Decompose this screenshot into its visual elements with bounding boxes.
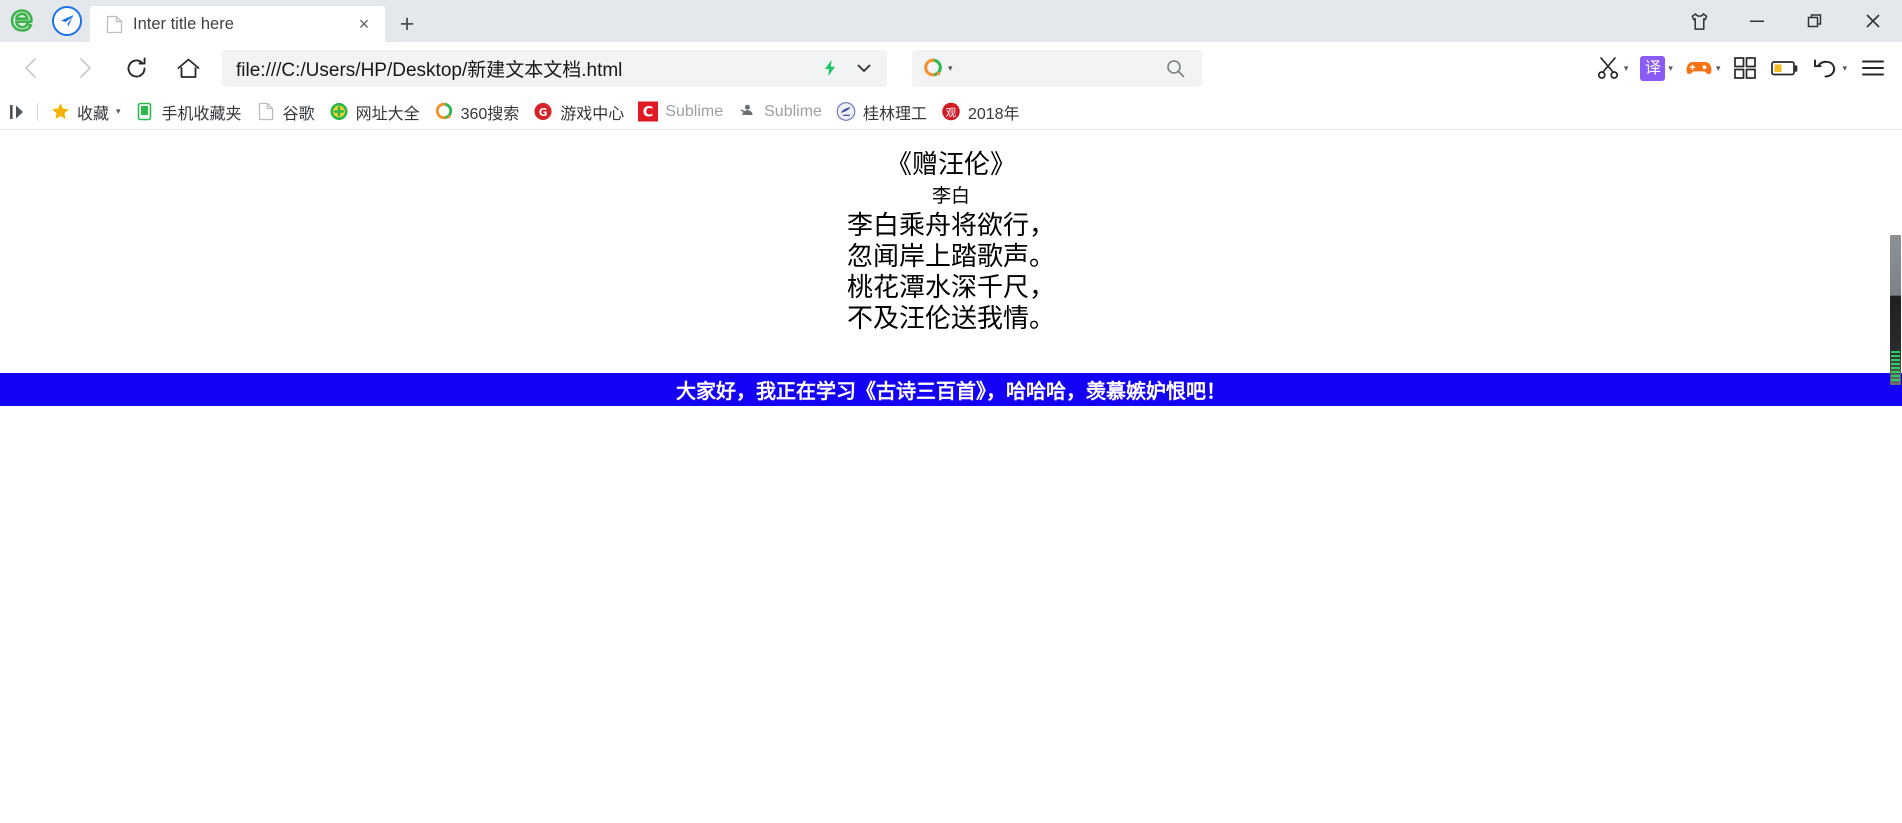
bookmark-google[interactable]: 谷歌	[249, 97, 322, 127]
bookmark-label: 网址大全	[355, 105, 420, 123]
poem-block: 《赠汪伦》 李白 李白乘舟将欲行， 忽闻岸上踏歌声。 桃花潭水深千尺， 不及汪伦…	[0, 130, 1902, 335]
undo-arrow-icon	[1814, 59, 1836, 77]
bookmark-glut[interactable]: 桂林理工	[829, 97, 934, 127]
svg-text:G: G	[539, 107, 548, 119]
magnifier-icon[interactable]	[1160, 51, 1192, 85]
svg-text:观: 观	[946, 107, 957, 119]
reload-icon[interactable]	[110, 46, 162, 90]
undo-button[interactable]: ▾	[1807, 48, 1852, 88]
phone-icon	[135, 102, 155, 122]
close-icon[interactable]	[1844, 0, 1902, 42]
tab-title: Inter title here	[133, 14, 234, 33]
bookmark-favorites[interactable]: 收藏 ▾	[43, 97, 128, 127]
poem-title: 《赠汪伦》	[885, 150, 1016, 180]
navigation-bar: file:///C:/Users/HP/Desktop/新建文本文档.html …	[0, 42, 1902, 94]
lightning-bolt-icon[interactable]	[813, 51, 847, 85]
search-input[interactable]	[952, 59, 1160, 77]
bookmark-label: 桂林理工	[862, 105, 927, 123]
svg-text:C: C	[643, 105, 653, 121]
paper-plane-icon[interactable]	[52, 6, 82, 36]
bookmark-phone-favorites[interactable]: 手机收藏夹	[128, 97, 249, 127]
new-tab-button[interactable]: +	[385, 6, 429, 42]
bookmark-hao360[interactable]: 网址大全	[322, 97, 427, 127]
translate-icon: 译	[1640, 55, 1666, 81]
sidebar-toggle-icon[interactable]	[6, 102, 32, 122]
gamepad-caret-icon[interactable]: ▾	[1716, 63, 1721, 73]
bookmarks-bar: 收藏 ▾ 手机收藏夹 谷歌 网址大全 360搜索 G 游戏中心 C Sublim…	[0, 94, 1902, 130]
address-bar[interactable]: file:///C:/Users/HP/Desktop/新建文本文档.html	[222, 49, 887, 87]
scrollbar-thumb[interactable]	[1890, 235, 1901, 385]
star-icon	[50, 102, 70, 122]
title-bar: Inter title here × +	[0, 0, 1902, 42]
chevron-down-icon[interactable]	[847, 51, 881, 85]
bookmark-sublime-1[interactable]: C Sublime	[631, 97, 730, 127]
restore-icon[interactable]	[1786, 0, 1844, 42]
page-scrollbar[interactable]	[1889, 130, 1902, 823]
battery-icon	[1771, 61, 1798, 76]
hao360-icon	[329, 102, 349, 122]
gamepad-icon	[1686, 62, 1712, 74]
poem-line-4: 不及汪伦送我情。	[846, 304, 1055, 334]
document-icon	[256, 102, 276, 122]
red-seal-icon: 观	[941, 102, 961, 122]
browser-tab[interactable]: Inter title here ×	[90, 6, 385, 42]
marquee-banner: 大家好，我正在学习《古诗三百首》，哈哈哈，羡慕嫉妒恨吧！	[0, 373, 1902, 406]
scrollbar-grip	[1891, 351, 1900, 383]
document-icon	[106, 15, 123, 34]
bookmark-label: 2018年	[967, 105, 1020, 123]
grid-apps-icon	[1734, 57, 1757, 79]
bookmark-label: 游戏中心	[560, 105, 625, 123]
bookmark-label: 360搜索	[460, 105, 520, 123]
game-center-button[interactable]: ▾	[1680, 48, 1726, 88]
browser-toolbar: ▾ 译 ▾ ▾ ▾	[1202, 48, 1892, 88]
360-search-icon[interactable]: ▾	[922, 57, 953, 79]
translate-caret-icon[interactable]: ▾	[1668, 63, 1673, 73]
favorites-caret-icon[interactable]: ▾	[116, 107, 121, 116]
bookmark-2018[interactable]: 观 2018年	[934, 97, 1027, 127]
forward-arrow-icon[interactable]	[58, 46, 110, 90]
poem-line-1: 李白乘舟将欲行，	[846, 211, 1055, 241]
sublime-c-icon: C	[638, 101, 659, 122]
window-controls	[1670, 0, 1902, 42]
sublime-grey-icon	[737, 102, 757, 122]
search-bar[interactable]: ▾	[912, 49, 1202, 87]
bookmark-label: Sublime	[764, 102, 822, 120]
bookmark-360-search[interactable]: 360搜索	[427, 97, 527, 127]
page-viewport: 《赠汪伦》 李白 李白乘舟将欲行， 忽闻岸上踏歌声。 桃花潭水深千尺， 不及汪伦…	[0, 130, 1902, 823]
home-icon[interactable]	[162, 46, 214, 90]
bookmark-label: 谷歌	[282, 105, 315, 123]
undo-caret-icon[interactable]: ▾	[1842, 63, 1847, 73]
hamburger-menu-icon	[1862, 60, 1884, 76]
translate-button[interactable]: 译 ▾	[1635, 48, 1678, 88]
battery-saver-button[interactable]	[1765, 48, 1805, 88]
screenshot-scissors-button[interactable]: ▾	[1590, 48, 1634, 88]
main-menu-button[interactable]	[1854, 48, 1892, 88]
brand-icon-group	[0, 0, 90, 42]
address-bar-url[interactable]: file:///C:/Users/HP/Desktop/新建文本文档.html	[222, 55, 813, 82]
poem-author: 李白	[931, 185, 970, 207]
360-search-icon	[434, 102, 454, 122]
bookmark-separator	[37, 102, 38, 121]
poem-line-3: 桃花潭水深千尺，	[846, 273, 1055, 303]
bookmark-label: Sublime	[665, 102, 724, 120]
bookmark-game-center[interactable]: G 游戏中心	[526, 97, 631, 127]
bookmark-sublime-2[interactable]: Sublime	[730, 97, 829, 127]
back-arrow-icon[interactable]	[6, 46, 58, 90]
scissors-caret-icon[interactable]: ▾	[1624, 63, 1629, 73]
game-center-icon: G	[533, 102, 553, 122]
apps-grid-button[interactable]	[1727, 48, 1763, 88]
poem-line-2: 忽闻岸上踏歌声。	[846, 242, 1055, 272]
ie-e-logo-icon[interactable]	[6, 5, 38, 37]
glut-university-icon	[836, 102, 856, 122]
marquee-text: 大家好，我正在学习《古诗三百首》，哈哈哈，羡慕嫉妒恨吧！	[676, 379, 1226, 403]
tab-close-icon[interactable]: ×	[353, 13, 375, 35]
bookmark-label: 收藏	[77, 105, 110, 123]
tshirt-skin-icon[interactable]	[1670, 0, 1728, 42]
minimize-icon[interactable]	[1728, 0, 1786, 42]
bookmark-label: 手机收藏夹	[161, 105, 242, 123]
